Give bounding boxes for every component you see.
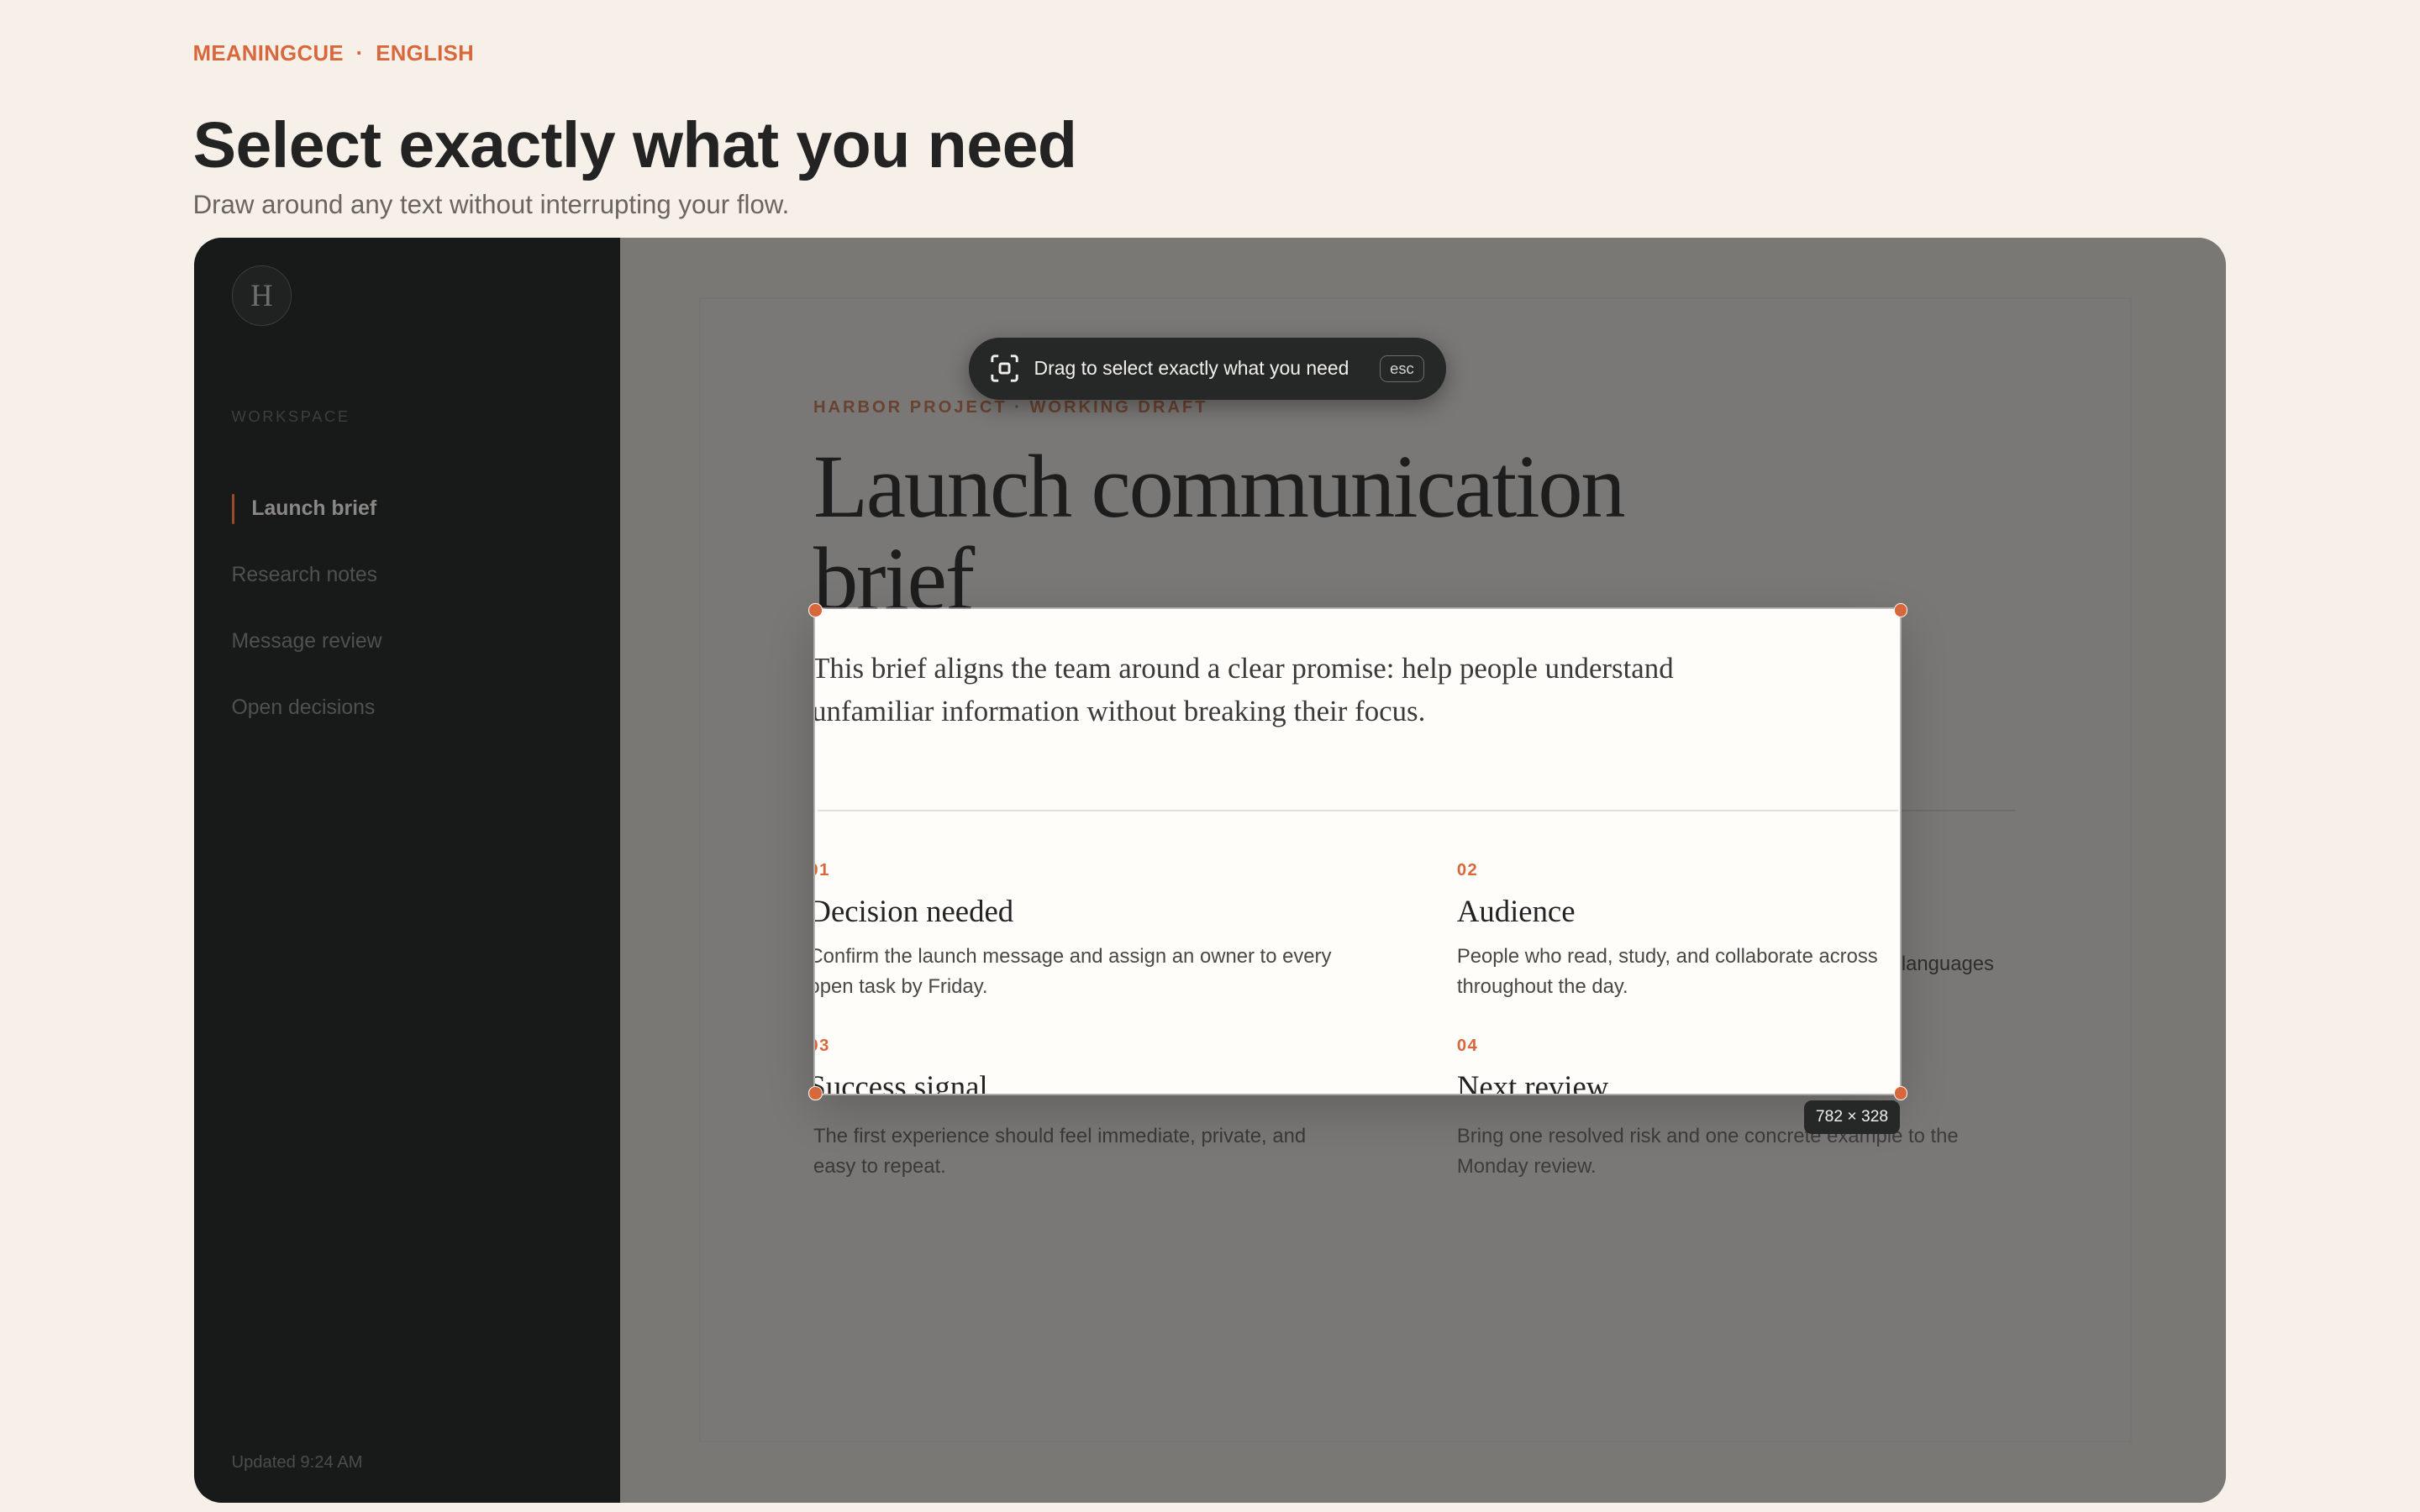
selection-size-badge: 782 × 328 (1804, 1100, 1900, 1134)
card-success-signal-body: The first experience should feel immedia… (813, 1121, 1354, 1182)
card-number: 01 (815, 860, 830, 879)
card-number: 02 (1456, 860, 1479, 879)
hero-title: Select exactly what you need (192, 108, 1077, 181)
screenshot-select-icon (991, 354, 1018, 383)
card-number: 04 (1456, 1037, 1479, 1056)
card-number: 03 (815, 1037, 830, 1056)
selection-region[interactable]: This brief aligns the team around a clea… (814, 609, 1900, 1095)
card-body-line: People who read, study, and collaborate … (1456, 945, 1878, 969)
sidebar-nav: Launch brief Research notes Message revi… (231, 493, 382, 759)
brand-language: ENGLISH (376, 41, 475, 66)
workspace-logo[interactable]: H (231, 265, 292, 326)
sidebar-item-launch-brief[interactable]: Launch brief (231, 493, 382, 525)
resize-handle-bottom-left[interactable] (808, 1086, 823, 1100)
document-eyebrow: HARBOR PROJECT · WORKING DRAFT (813, 397, 1208, 417)
card-body: People who read, study, and collaborate … (1457, 942, 1900, 1002)
divider (818, 810, 1899, 812)
esc-button[interactable]: esc (1380, 355, 1424, 382)
workspace-section-label: WORKSPACE (231, 407, 350, 425)
card-decision-needed: 01 Decision needed Confirm the launch me… (815, 861, 1361, 1002)
sidebar-item-message-review[interactable]: Message review (232, 627, 382, 658)
sidebar-item-research-notes[interactable]: Research notes (232, 560, 382, 591)
card-audience: 02 Audience People who read, study, and … (1457, 861, 1900, 1002)
selection-toolbar: Drag to select exactly what you need esc (969, 338, 1446, 400)
resize-handle-top-right[interactable] (1893, 603, 1908, 617)
card-next-review-body: Bring one resolved risk and one concrete… (1457, 1121, 1997, 1182)
updated-timestamp: Updated 9:24 AM (231, 1453, 363, 1473)
hero-subtitle: Draw around any text without interruptin… (192, 189, 790, 219)
card-next-review: 04 Next review (1457, 1037, 1608, 1094)
card-title: Next review (1456, 1068, 1609, 1095)
card-title: Decision needed (814, 893, 1014, 928)
document-lead: This brief aligns the team around a clea… (814, 651, 1674, 727)
card-body-line: throughout the day. (1456, 975, 1628, 999)
card-body: Confirm the launch message and assign an… (814, 945, 1332, 999)
card-success-signal: 03 Success signal (815, 1037, 988, 1094)
divider-tail (1901, 810, 2016, 812)
document-title: Launch communication brief (813, 438, 1626, 630)
card-body: Bring one resolved risk and one concrete… (1456, 1125, 1959, 1179)
card-title: Audience (1456, 893, 1576, 928)
brand-name: MEANINGCUE (192, 41, 344, 66)
sidebar: H WORKSPACE Launch brief Research notes … (194, 237, 621, 1503)
card-audience-overflow: languages (1901, 952, 1994, 975)
brand-label: MEANINGCUE · ENGLISH (193, 42, 474, 66)
resize-handle-top-left[interactable] (808, 603, 823, 617)
toolbar-instruction: Drag to select exactly what you need (1034, 357, 1349, 380)
sidebar-item-open-decisions[interactable]: Open decisions (232, 693, 382, 724)
resize-handle-bottom-right[interactable] (1893, 1086, 1908, 1100)
card-body: The first experience should feel immedia… (813, 1125, 1307, 1179)
card-title: Success signal (814, 1068, 988, 1095)
brand-separator: · (355, 41, 364, 66)
